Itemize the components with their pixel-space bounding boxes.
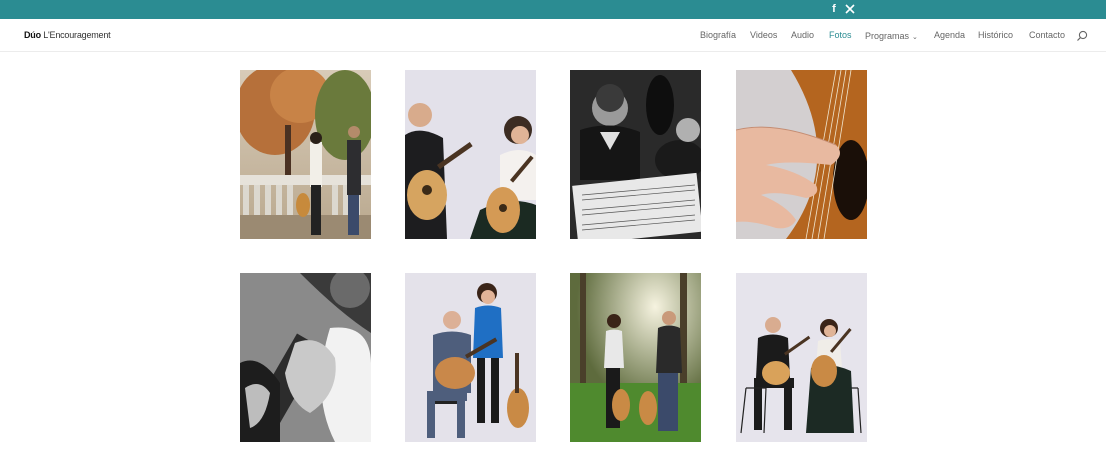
nav-item-fotos[interactable]: Fotos — [829, 29, 852, 41]
gallery-photo-hand-on-fretboard-bw[interactable] — [240, 273, 371, 442]
gallery-photo-duo-forest-sunlight[interactable] — [570, 273, 701, 442]
gallery-photo-duo-chairs-black-attire[interactable] — [736, 273, 867, 442]
chevron-down-icon: ⌄ — [912, 34, 918, 41]
nav-item-programas[interactable]: Programas ⌄ — [865, 29, 918, 44]
site-logo[interactable]: Dúo L'Encouragement — [24, 29, 111, 41]
nav-item-audio[interactable]: Audio — [791, 29, 814, 41]
nav-item-programas-label: Programas — [865, 31, 910, 41]
top-bar: f — [0, 0, 1106, 19]
search-icon[interactable] — [1076, 29, 1088, 41]
nav-item-agenda[interactable]: Agenda — [934, 29, 965, 41]
gallery-photo-duo-blue-dress-standing[interactable] — [405, 273, 536, 442]
x-icon[interactable] — [843, 2, 857, 17]
facebook-icon[interactable]: f — [827, 2, 841, 17]
gallery-photo-duo-sheet-music-bw[interactable] — [570, 70, 701, 239]
gallery-photo-hand-on-guitar-closeup[interactable] — [736, 70, 867, 239]
nav-item-historico[interactable]: Histórico — [978, 29, 1013, 41]
logo-name: L'Encouragement — [43, 30, 111, 40]
gallery-photo-duo-seated-guitars[interactable] — [405, 70, 536, 239]
nav-item-contacto[interactable]: Contacto — [1029, 29, 1065, 41]
site-header: Dúo L'Encouragement Biografía Videos Aud… — [0, 19, 1106, 52]
gallery-photo-autumn-park-duo[interactable] — [240, 70, 371, 239]
nav-item-biografia[interactable]: Biografía — [700, 29, 736, 41]
nav-item-videos[interactable]: Videos — [750, 29, 777, 41]
logo-prefix: Dúo — [24, 30, 44, 40]
